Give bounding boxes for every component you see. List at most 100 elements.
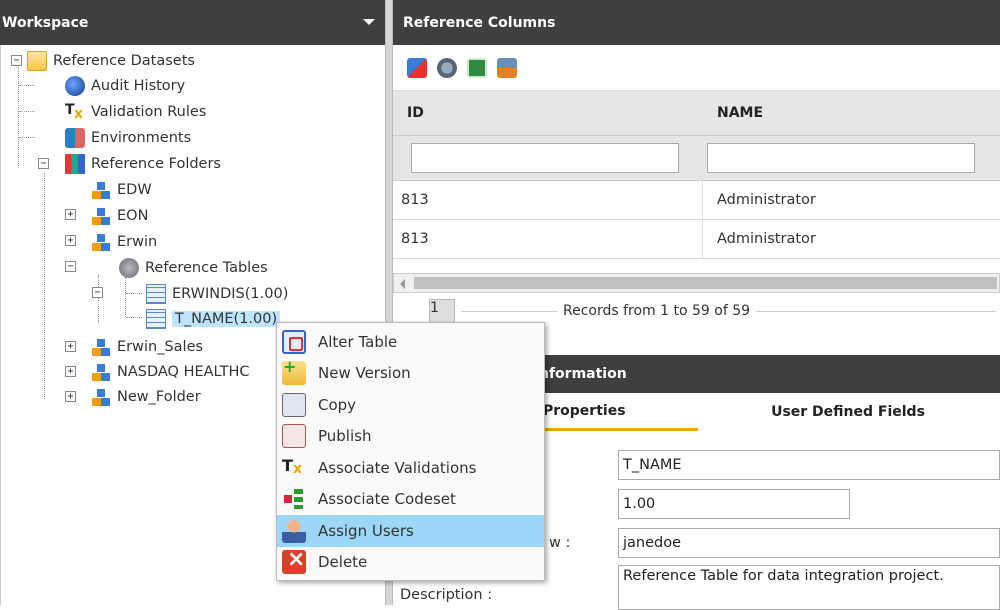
menu-item-assign-users[interactable]: Assign Users: [277, 515, 544, 547]
tree-node-label: Reference Folders: [91, 156, 221, 172]
menu-item-associate-codeset[interactable]: Associate Codeset: [277, 484, 544, 516]
page-number-button[interactable]: 1: [429, 299, 455, 323]
information-title: nformation: [539, 366, 627, 382]
cell-name: Administrator: [717, 231, 816, 247]
reference-columns-header: Reference Columns: [393, 0, 1000, 45]
chevron-down-icon[interactable]: [363, 19, 375, 25]
reference-columns-grid: ID NAME 813 Administrator 813 Administra…: [393, 91, 1000, 259]
pager-divider: [756, 310, 997, 312]
delete-column-icon[interactable]: [407, 57, 427, 78]
menu-item-label: Associate Validations: [318, 458, 477, 477]
table-row[interactable]: 813 Administrator: [393, 220, 1000, 259]
menu-item-copy[interactable]: Copy: [277, 389, 544, 421]
filter-name-input[interactable]: [707, 143, 975, 173]
folder-node-icon: [91, 232, 111, 252]
reference-columns-title: Reference Columns: [403, 14, 556, 31]
tree-node-table-t-name[interactable]: T_NAME(1.00): [146, 307, 281, 331]
menu-item-label: Copy: [318, 395, 357, 414]
tree-node-label: Erwin_Sales: [117, 339, 204, 355]
description-field[interactable]: Reference Table for data integration pro…: [618, 565, 1000, 610]
add-column-icon[interactable]: [437, 57, 457, 78]
tree-node-erwin-sales[interactable]: Erwin_Sales: [91, 335, 203, 359]
menu-item-associate-validations[interactable]: T Associate Validations: [277, 452, 544, 484]
folder-node-icon: [91, 206, 111, 226]
tree-node-eon[interactable]: EON: [91, 204, 148, 228]
cell-id: 813: [393, 181, 703, 219]
grid-filter-row: [393, 136, 1000, 181]
cell-id: 813: [393, 220, 703, 258]
reference-folders-icon: [65, 154, 85, 174]
expand-toggle[interactable]: +: [65, 341, 76, 352]
pager-divider: [461, 310, 557, 312]
tree-node-label: Environments: [91, 130, 192, 146]
context-menu: Alter Table New Version Copy Publish T A…: [276, 322, 545, 581]
tree-node-nasdaq[interactable]: NASDAQ HEALTHC: [91, 360, 250, 384]
copy-icon: [282, 392, 306, 417]
menu-item-publish[interactable]: Publish: [277, 421, 544, 453]
publish-icon: [282, 424, 306, 449]
table-icon: [146, 309, 166, 329]
tab-user-defined-fields[interactable]: User Defined Fields: [698, 393, 998, 431]
import-icon[interactable]: [497, 57, 517, 78]
collapse-toggle[interactable]: −: [38, 158, 49, 169]
tree-node-label: EDW: [117, 182, 152, 198]
tree-line: [126, 293, 142, 294]
filter-id-input[interactable]: [411, 143, 679, 173]
menu-item-new-version[interactable]: New Version: [277, 357, 544, 390]
column-header-name[interactable]: NAME: [703, 91, 1000, 135]
validation-rules-icon: T: [65, 102, 85, 122]
tree-node-reference-datasets[interactable]: Reference Datasets: [27, 49, 195, 73]
validations-icon: T: [282, 456, 306, 480]
horizontal-scrollbar[interactable]: [393, 273, 1000, 293]
collapse-toggle[interactable]: −: [92, 287, 103, 298]
tree-node-label-selected: T_NAME(1.00): [172, 311, 281, 327]
expand-toggle[interactable]: +: [65, 209, 76, 220]
workspace-title: Workspace: [2, 14, 89, 31]
table-name-field[interactable]: T_NAME: [618, 450, 1000, 480]
tree-node-validation-rules[interactable]: T Validation Rules: [65, 100, 206, 124]
tree-node-label: New_Folder: [117, 389, 201, 405]
menu-item-delete[interactable]: Delete: [277, 547, 544, 579]
tree-node-label: EON: [117, 208, 149, 224]
column-header-id[interactable]: ID: [393, 91, 703, 135]
delete-icon: [282, 547, 306, 575]
tree-line: [44, 173, 45, 399]
reference-columns-toolbar: [393, 45, 1000, 91]
environments-icon: [65, 128, 85, 148]
expand-toggle[interactable]: +: [65, 391, 76, 402]
tree-node-environments[interactable]: Environments: [65, 126, 191, 150]
tree-node-label: Reference Datasets: [53, 53, 195, 69]
expand-toggle[interactable]: +: [65, 235, 76, 246]
table-row[interactable]: 813 Administrator: [393, 181, 1000, 220]
folder-node-icon: [91, 337, 111, 357]
folder-node-icon: [91, 387, 111, 407]
collapse-toggle[interactable]: −: [11, 55, 22, 66]
tree-node-reference-tables[interactable]: Reference Tables: [119, 256, 268, 280]
tree-node-reference-folders[interactable]: Reference Folders: [65, 152, 221, 176]
codeset-icon: [282, 487, 306, 511]
folder-icon: [27, 51, 47, 71]
expand-toggle[interactable]: +: [65, 366, 76, 377]
tree-node-edw[interactable]: EDW: [91, 178, 152, 202]
menu-item-label: Alter Table: [318, 332, 398, 351]
tree-node-label: Reference Tables: [145, 260, 268, 276]
tree-node-new-folder[interactable]: New_Folder: [91, 385, 201, 409]
scroll-thumb[interactable]: [414, 277, 997, 289]
tree-node-table-erwindis[interactable]: ERWINDIS(1.00): [146, 282, 288, 306]
owner-field[interactable]: janedoe: [618, 528, 1000, 558]
tree-node-label: NASDAQ HEALTHC: [117, 364, 250, 380]
tree-line: [19, 137, 35, 138]
owner-label: w :: [549, 535, 571, 551]
version-field[interactable]: 1.00: [618, 489, 850, 519]
menu-item-alter-table[interactable]: Alter Table: [277, 326, 544, 358]
tree-node-label: Audit History: [91, 78, 186, 94]
records-count: Records from 1 to 59 of 59: [563, 303, 751, 319]
tree-node-erwin[interactable]: Erwin: [91, 230, 157, 254]
export-excel-icon[interactable]: [467, 57, 487, 78]
collapse-toggle[interactable]: −: [65, 261, 76, 272]
menu-item-label: Publish: [318, 427, 372, 446]
tree-node-audit-history[interactable]: Audit History: [65, 74, 185, 98]
description-label: Description :: [400, 587, 493, 603]
scroll-left-icon[interactable]: [400, 279, 405, 289]
menu-item-label: Assign Users: [318, 521, 414, 540]
